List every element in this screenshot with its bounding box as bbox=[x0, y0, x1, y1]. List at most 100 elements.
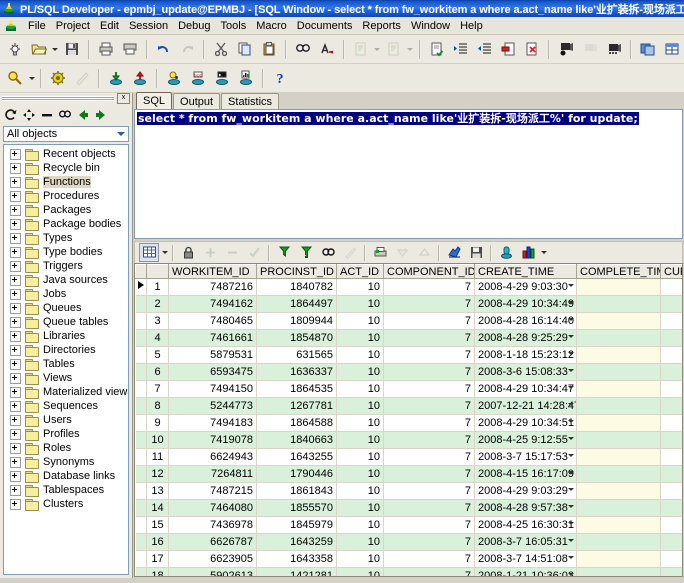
table-row[interactable]: 3748046518099441072008-4-28 16:14:401高压新… bbox=[135, 312, 682, 330]
table-row[interactable]: 14746408018555701072008-4-28 9:57:381高压增… bbox=[135, 499, 682, 517]
cell-component-id[interactable]: 7 bbox=[383, 329, 475, 347]
cell-current-state[interactable]: 1 bbox=[660, 533, 682, 551]
cell-create-time[interactable]: 2008-4-29 10:34:51 bbox=[474, 414, 577, 432]
cell-complete-time[interactable] bbox=[576, 363, 661, 381]
tree-item-type-bodies[interactable]: Type bodies bbox=[4, 245, 128, 259]
cell-component-id[interactable]: 7 bbox=[383, 414, 475, 432]
cell-workitem-id[interactable]: 5902613 bbox=[168, 567, 257, 576]
cell-procinst-id[interactable]: 1864588 bbox=[256, 414, 337, 432]
cell-act-id[interactable]: 10 bbox=[336, 431, 384, 449]
cell-current-state[interactable]: 1 bbox=[660, 516, 682, 534]
expand-icon[interactable] bbox=[10, 456, 21, 468]
tree-item-java-sources[interactable]: Java sources bbox=[4, 273, 128, 287]
cell-act-id[interactable]: 10 bbox=[336, 278, 384, 296]
tab-statistics[interactable]: Statistics bbox=[221, 93, 280, 109]
tree-item-views[interactable]: Views bbox=[4, 371, 128, 385]
tile-windows-icon[interactable] bbox=[661, 38, 683, 60]
tree-item-functions[interactable]: Functions bbox=[4, 175, 128, 189]
menu-item-edit[interactable]: Edit bbox=[95, 19, 124, 33]
open-dropdown-arrow[interactable] bbox=[51, 38, 60, 60]
cell-procinst-id[interactable]: 1267781 bbox=[256, 397, 337, 415]
expand-icon[interactable] bbox=[10, 330, 21, 342]
print-icon[interactable] bbox=[95, 38, 117, 60]
import-table-icon[interactable] bbox=[105, 67, 127, 89]
cell-act-id[interactable]: 10 bbox=[336, 567, 384, 576]
lock-icon[interactable] bbox=[178, 243, 198, 262]
cell-create-time[interactable]: 2008-4-29 9:03:29 bbox=[474, 482, 577, 500]
help-icon[interactable]: ? bbox=[269, 67, 291, 89]
cell-workitem-id[interactable]: 7464080 bbox=[168, 499, 257, 517]
cell-current-state[interactable]: 1 bbox=[660, 363, 682, 381]
table-row[interactable]: 558795316315651072008-1-18 15:23:121高压新装… bbox=[135, 346, 682, 364]
outdent-icon[interactable] bbox=[474, 38, 496, 60]
column-header-act-id[interactable]: ACT_ID bbox=[336, 264, 384, 279]
cell-act-id[interactable]: 10 bbox=[336, 448, 384, 466]
cell-create-time[interactable]: 2008-3-7 15:17:53 bbox=[474, 448, 577, 466]
explain-plan-icon[interactable] bbox=[426, 38, 448, 60]
cell-act-id[interactable]: 10 bbox=[336, 465, 384, 483]
cell-component-id[interactable]: 7 bbox=[383, 550, 475, 568]
cell-dropdown-arrow-icon[interactable] bbox=[566, 502, 575, 511]
cell-workitem-id[interactable]: 5879531 bbox=[168, 346, 257, 364]
cell-act-id[interactable]: 10 bbox=[336, 482, 384, 500]
cell-act-id[interactable]: 10 bbox=[336, 550, 384, 568]
column-header-current-state[interactable]: CURRENT_STATE bbox=[660, 264, 682, 279]
cell-create-time[interactable]: 2008-4-29 10:34:47 bbox=[474, 380, 577, 398]
cell-dropdown-arrow-icon[interactable] bbox=[566, 417, 575, 426]
expand-icon[interactable] bbox=[10, 274, 21, 286]
open-folder-icon[interactable] bbox=[28, 38, 50, 60]
table-row[interactable]: 16662678716432591072008-3-7 16:05:311小区低… bbox=[135, 533, 682, 551]
cell-current-state[interactable]: 1 bbox=[660, 346, 682, 364]
cell-complete-time[interactable] bbox=[576, 431, 661, 449]
expand-icon[interactable] bbox=[10, 246, 21, 258]
table-row[interactable]: 4746166118548701072008-4-28 9:25:291销户北京… bbox=[135, 329, 682, 347]
cell-create-time[interactable]: 2008-3-6 15:08:33 bbox=[474, 363, 577, 381]
cell-dropdown-arrow-icon[interactable] bbox=[566, 366, 575, 375]
filter-down-icon[interactable] bbox=[274, 243, 294, 262]
browser-search-icon[interactable] bbox=[4, 67, 26, 89]
cell-create-time[interactable]: 2008-4-25 9:12:55 bbox=[474, 431, 577, 449]
print-grid-icon[interactable] bbox=[370, 243, 390, 262]
cell-component-id[interactable]: 7 bbox=[383, 397, 475, 415]
table-row[interactable]: 11662494316432551072008-3-7 15:17:531小区低… bbox=[135, 448, 682, 466]
cell-component-id[interactable]: 7 bbox=[383, 346, 475, 364]
cell-complete-time[interactable] bbox=[576, 278, 661, 296]
refresh-icon[interactable] bbox=[3, 107, 19, 123]
grid-view-dropdown-arrow[interactable] bbox=[160, 242, 169, 264]
row-marker[interactable] bbox=[135, 533, 147, 551]
expand-icon[interactable] bbox=[10, 386, 21, 398]
cell-current-state[interactable]: 1 bbox=[660, 414, 682, 432]
save-icon[interactable] bbox=[61, 38, 83, 60]
tree-item-directories[interactable]: Directories bbox=[4, 343, 128, 357]
expand-icon[interactable] bbox=[10, 302, 21, 314]
table-row[interactable]: 17662390516433581072008-3-7 14:51:081小区低… bbox=[135, 550, 682, 568]
cell-current-state[interactable]: 1 bbox=[660, 465, 682, 483]
cell-current-state[interactable]: 1 bbox=[660, 431, 682, 449]
cell-create-time[interactable]: 2008-1-18 15:23:12 bbox=[474, 346, 577, 364]
expand-icon[interactable] bbox=[10, 498, 21, 510]
cell-current-state[interactable]: 1 bbox=[660, 567, 682, 576]
cell-dropdown-arrow-icon[interactable] bbox=[566, 570, 575, 576]
panel-drag-grip[interactable] bbox=[2, 96, 114, 101]
expand-icon[interactable] bbox=[10, 442, 21, 454]
column-header-procinst-id[interactable]: PROCINST_ID bbox=[256, 264, 337, 279]
cell-dropdown-arrow-icon[interactable] bbox=[566, 468, 575, 477]
close-icon[interactable]: x bbox=[117, 93, 130, 104]
expand-icon[interactable] bbox=[10, 232, 21, 244]
tree-item-queues[interactable]: Queues bbox=[4, 301, 128, 315]
row-marker[interactable] bbox=[135, 499, 147, 517]
cell-component-id[interactable]: 7 bbox=[383, 380, 475, 398]
row-marker[interactable] bbox=[135, 278, 147, 296]
cell-current-state[interactable]: 1 bbox=[660, 397, 682, 415]
cell-act-id[interactable]: 10 bbox=[336, 499, 384, 517]
tree-item-recycle-bin[interactable]: Recycle bin bbox=[4, 161, 128, 175]
grid-corner-cell[interactable] bbox=[135, 264, 147, 279]
cell-procinst-id[interactable]: 1421281 bbox=[256, 567, 337, 576]
find-next-icon[interactable] bbox=[316, 38, 338, 60]
cell-component-id[interactable]: 7 bbox=[383, 295, 475, 313]
print-preview-icon[interactable] bbox=[119, 38, 141, 60]
cell-act-id[interactable]: 10 bbox=[336, 329, 384, 347]
find-icon[interactable] bbox=[292, 38, 314, 60]
cell-current-state[interactable]: 1 bbox=[660, 278, 682, 296]
cell-complete-time[interactable] bbox=[576, 329, 661, 347]
